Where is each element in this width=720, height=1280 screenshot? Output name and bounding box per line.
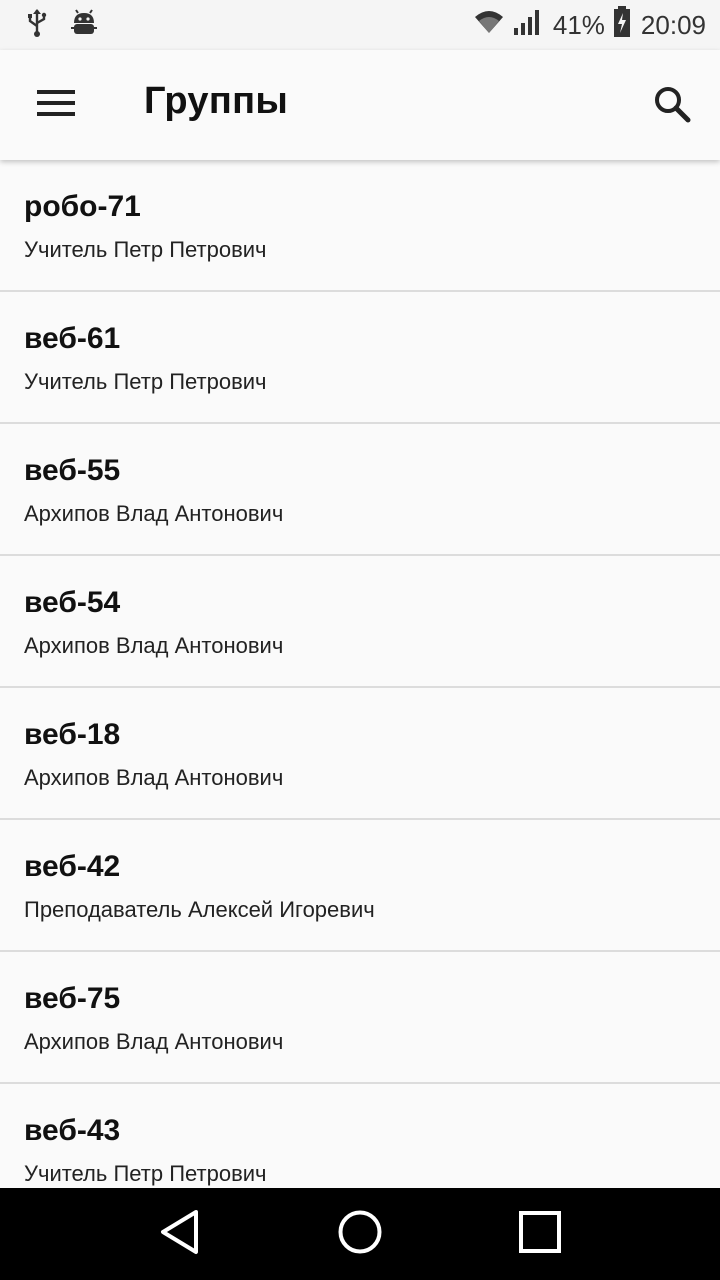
back-button[interactable] (150, 1204, 210, 1264)
list-item[interactable]: веб-18 Архипов Влад Антонович (0, 688, 720, 820)
group-teacher: Архипов Влад Антонович (24, 1029, 284, 1054)
recents-icon (518, 1210, 562, 1259)
wifi-icon (473, 9, 505, 42)
usb-icon (26, 8, 48, 43)
menu-button[interactable] (26, 81, 86, 129)
battery-charging-icon (613, 5, 631, 45)
group-name: веб-42 (24, 850, 121, 883)
group-teacher: Учитель Петр Петрович (24, 369, 267, 394)
status-right: 41% 20:09 (473, 5, 706, 45)
groups-list: робо-71 Учитель Петр Петрович веб-61 Учи… (0, 160, 720, 1188)
app-bar: Группы (0, 50, 720, 160)
group-name: веб-43 (24, 1114, 121, 1147)
back-icon (158, 1209, 202, 1260)
list-item[interactable]: веб-54 Архипов Влад Антонович (0, 556, 720, 688)
search-icon (653, 85, 691, 128)
status-bar: 41% 20:09 (0, 0, 720, 50)
home-icon (337, 1209, 383, 1260)
group-teacher: Преподаватель Алексей Игоревич (24, 897, 375, 922)
navigation-bar (0, 1188, 720, 1280)
group-name: веб-54 (24, 586, 121, 619)
home-button[interactable] (330, 1204, 390, 1264)
list-item[interactable]: веб-75 Архипов Влад Антонович (0, 952, 720, 1084)
group-teacher: Архипов Влад Антонович (24, 765, 284, 790)
group-teacher: Учитель Петр Петрович (24, 1161, 267, 1186)
group-name: веб-75 (24, 982, 121, 1015)
battery-percent: 41% (552, 9, 605, 40)
list-item[interactable]: веб-55 Архипов Влад Антонович (0, 424, 720, 556)
group-teacher: Учитель Петр Петрович (24, 237, 267, 262)
list-item[interactable]: веб-61 Учитель Петр Петрович (0, 292, 720, 424)
page-title: Группы (144, 80, 289, 122)
list-item[interactable]: веб-43 Учитель Петр Петрович (0, 1084, 720, 1188)
list-item[interactable]: робо-71 Учитель Петр Петрович (0, 160, 720, 292)
group-name: веб-61 (24, 322, 121, 355)
group-name: веб-18 (24, 718, 121, 751)
group-name: веб-55 (24, 454, 121, 487)
status-time: 20:09 (640, 9, 706, 40)
recents-button[interactable] (510, 1204, 570, 1264)
status-left (26, 8, 98, 43)
search-button[interactable] (644, 78, 700, 134)
group-teacher: Архипов Влад Антонович (24, 633, 284, 658)
group-name: робо-71 (24, 190, 141, 223)
list-item[interactable]: веб-42 Преподаватель Алексей Игоревич (0, 820, 720, 952)
android-debug-icon (70, 8, 98, 42)
group-teacher: Архипов Влад Антонович (24, 501, 284, 526)
signal-icon (513, 8, 541, 43)
menu-icon (37, 89, 75, 122)
